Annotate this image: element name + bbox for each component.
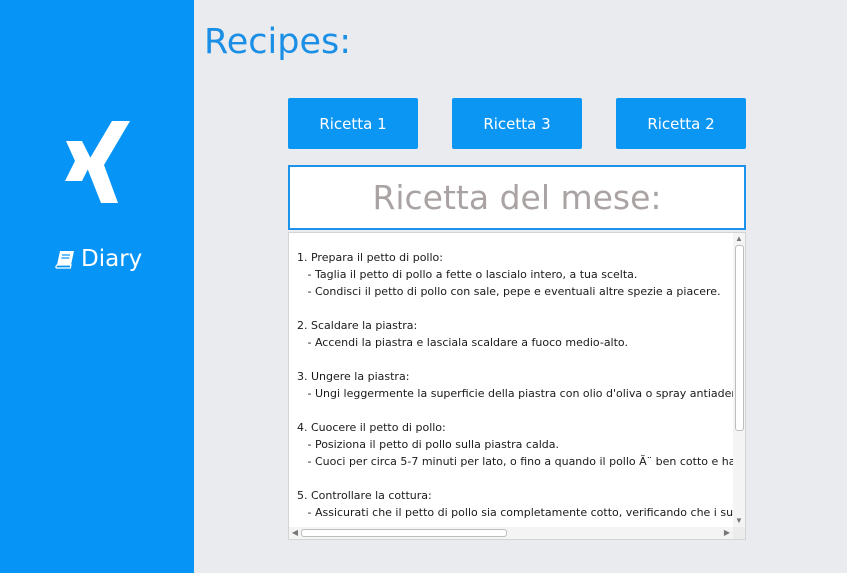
ricetta-2-button[interactable]: Ricetta 2 <box>616 98 746 149</box>
horizontal-scrollbar[interactable]: ◀ ▶ <box>289 527 733 539</box>
diary-label: Diary <box>81 246 143 272</box>
sidebar: Diary <box>0 0 194 573</box>
recipe-of-month-label: Ricetta del mese: <box>372 178 662 217</box>
recipe-of-month-box: Ricetta del mese: <box>288 165 746 230</box>
recipe-text-area[interactable]: 1. Prepara il petto di pollo: - Taglia i… <box>288 232 746 540</box>
scroll-left-icon[interactable]: ◀ <box>289 527 301 539</box>
scroll-down-icon[interactable]: ▼ <box>733 515 745 527</box>
horizontal-scroll-thumb[interactable] <box>301 529 507 537</box>
vertical-scrollbar[interactable]: ▲ ▼ <box>733 233 745 527</box>
scroll-right-icon[interactable]: ▶ <box>721 527 733 539</box>
xing-logo-icon <box>65 121 130 203</box>
vertical-scroll-thumb[interactable] <box>735 245 744 431</box>
ricetta-1-button[interactable]: Ricetta 1 <box>288 98 418 149</box>
diary-link[interactable]: Diary <box>55 246 142 272</box>
scroll-up-icon[interactable]: ▲ <box>733 233 745 245</box>
recipe-text: 1. Prepara il petto di pollo: - Taglia i… <box>297 251 733 519</box>
ricetta-3-button[interactable]: Ricetta 3 <box>452 98 582 149</box>
page-title: Recipes: <box>204 22 352 62</box>
book-icon <box>55 250 74 269</box>
scrollbar-corner <box>733 527 745 539</box>
